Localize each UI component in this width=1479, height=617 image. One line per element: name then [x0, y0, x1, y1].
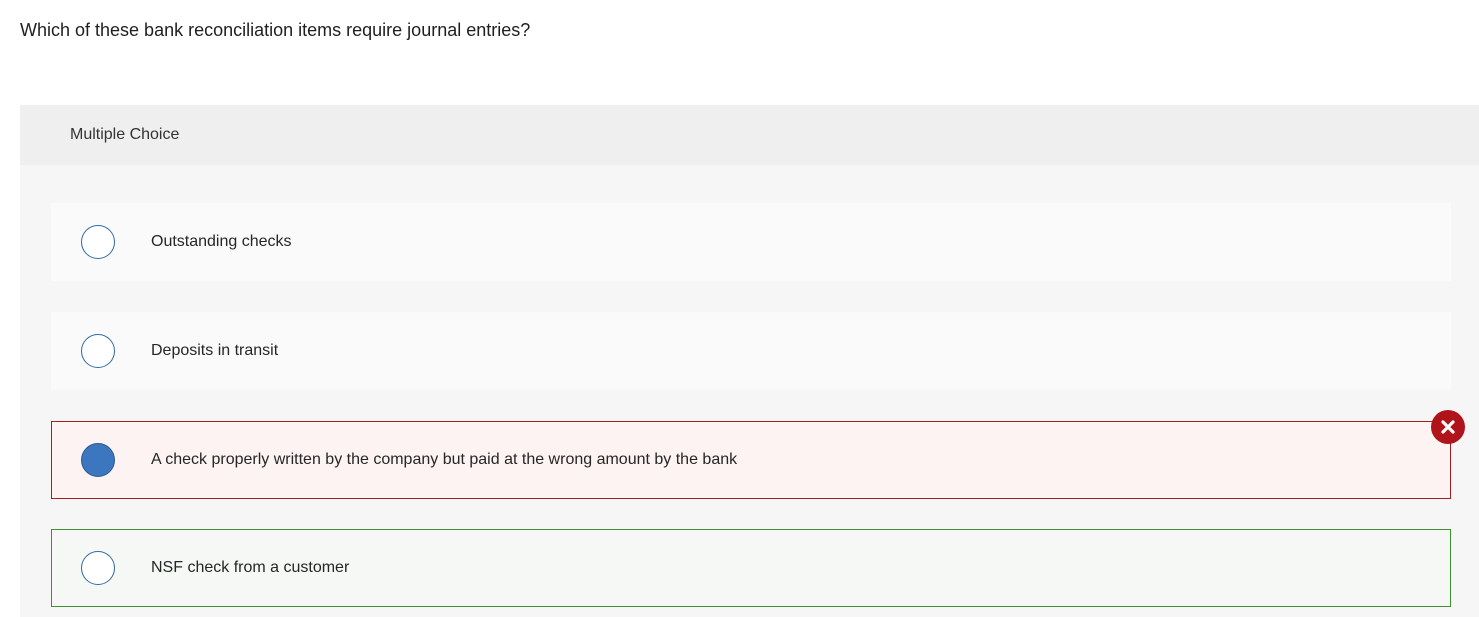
radio-button[interactable]: [81, 551, 115, 585]
answer-option-label: Outstanding checks: [151, 233, 292, 250]
question-text: Which of these bank reconciliation items…: [20, 20, 531, 40]
answer-option-label: A check properly written by the company …: [151, 451, 738, 468]
panel-header-label: Multiple Choice: [70, 126, 180, 143]
answer-option-4[interactable]: NSF check from a customer: [51, 529, 1451, 607]
close-icon: [1431, 410, 1465, 444]
answer-option-1[interactable]: Outstanding checks: [51, 203, 1451, 281]
answer-option-2[interactable]: Deposits in transit: [51, 312, 1451, 390]
radio-button[interactable]: [81, 225, 115, 259]
radio-button[interactable]: [81, 334, 115, 368]
answer-option-label: Deposits in transit: [151, 342, 279, 359]
panel-header: Multiple Choice: [20, 105, 1479, 165]
answer-options: Outstanding checks Deposits in transit A…: [20, 165, 1479, 617]
answer-option-3[interactable]: A check properly written by the company …: [51, 421, 1451, 499]
answer-option-label: NSF check from a customer: [151, 559, 350, 576]
radio-button-selected[interactable]: [81, 443, 115, 477]
multiple-choice-panel: Multiple Choice Outstanding checks Depos…: [20, 105, 1479, 617]
